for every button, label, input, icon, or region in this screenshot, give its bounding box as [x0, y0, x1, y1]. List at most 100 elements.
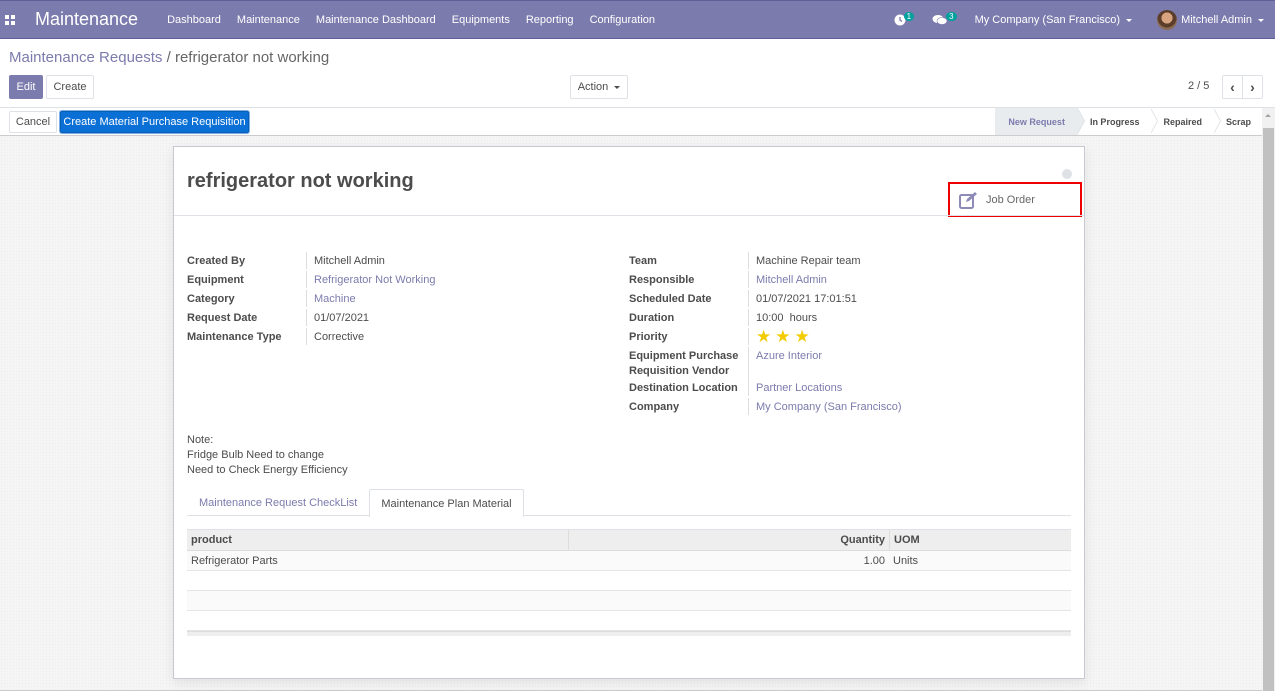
create-material-purchase-requisition-button[interactable]: Create Material Purchase Requisition: [60, 111, 249, 133]
cancel-button[interactable]: Cancel: [9, 111, 57, 133]
tab-maintenance-plan-material[interactable]: Maintenance Plan Material: [369, 489, 524, 517]
scroll-up-arrow-icon[interactable]: [1265, 114, 1271, 117]
breadcrumb-parent[interactable]: Maintenance Requests: [9, 49, 162, 66]
job-order-label: Job Order: [986, 193, 1035, 206]
action-label: Action: [577, 81, 609, 93]
column-quantity[interactable]: Quantity: [568, 529, 889, 551]
empty-row: [187, 571, 1071, 591]
field-value: Mitchell Admin: [314, 255, 385, 267]
stage-label: Repaired: [1163, 116, 1202, 127]
user-avatar[interactable]: [1157, 10, 1178, 30]
vertical-scrollbar[interactable]: [1262, 108, 1275, 691]
title-divider: [174, 215, 1084, 216]
field-equipment: Equipment Refrigerator Not Working: [187, 271, 435, 290]
field-maintenance-type: Maintenance Type Corrective: [187, 328, 435, 347]
vendor-link[interactable]: Azure Interior: [749, 347, 822, 364]
table-header: product Quantity UOM: [187, 529, 1071, 551]
cell-quantity: 1.00: [863, 554, 885, 567]
job-order-button[interactable]: Job Order: [948, 182, 1082, 217]
star-icon[interactable]: ★: [795, 328, 810, 345]
activity-button[interactable]: 1: [894, 11, 915, 26]
menu-dashboard[interactable]: Dashboard: [167, 14, 221, 26]
user-name: Mitchell Admin: [1181, 14, 1252, 26]
pager-next-button[interactable]: ›: [1242, 75, 1263, 99]
stage-label: Scrap: [1225, 116, 1251, 127]
field-label: Team: [629, 252, 749, 269]
equipment-link[interactable]: Refrigerator Not Working: [307, 271, 435, 288]
field-created-by: Created By Mitchell Admin: [187, 252, 435, 271]
stage-in-progress[interactable]: In Progress: [1078, 107, 1159, 135]
note-line: Fridge Bulb Need to change: [187, 449, 324, 461]
stage-scrap[interactable]: Scrap: [1214, 108, 1263, 135]
cell-product: Refrigerator Parts: [191, 554, 278, 567]
app-title[interactable]: Maintenance: [35, 9, 138, 30]
pager-previous-button[interactable]: ‹: [1222, 75, 1243, 99]
company-switcher[interactable]: My Company (San Francisco): [975, 14, 1133, 26]
field-label: Company: [629, 398, 749, 415]
create-button[interactable]: Create: [46, 75, 94, 99]
edit-button[interactable]: Edit: [9, 75, 43, 99]
apps-menu-icon[interactable]: [5, 14, 15, 25]
menu-equipments[interactable]: Equipments: [452, 14, 510, 26]
field-label: Scheduled Date: [629, 290, 749, 307]
stage-new-request[interactable]: New Request: [995, 107, 1085, 135]
user-menu[interactable]: Mitchell Admin: [1181, 14, 1264, 26]
destination-location-link[interactable]: Partner Locations: [749, 379, 842, 396]
table-footer: [187, 631, 1071, 636]
field-label: Created By: [187, 252, 307, 269]
systray: 1 3 My Company (San Francisco) Mitchell …: [894, 1, 1264, 39]
star-icon[interactable]: ★: [756, 328, 771, 345]
action-dropdown[interactable]: Action: [570, 75, 628, 99]
chevron-left-icon: ‹: [1230, 79, 1235, 95]
field-request-date: Request Date 01/07/2021: [187, 309, 435, 328]
material-table: product Quantity UOM Refrigerator Parts …: [187, 529, 1071, 636]
caret-down-icon: [1126, 18, 1133, 22]
right-field-group: Team Machine Repair team Responsible Mitch…: [629, 252, 902, 417]
field-vendor: Equipment Purchase Requisition Vendor Azu…: [629, 347, 902, 379]
field-destination-location: Destination Location Partner Locations: [629, 379, 902, 398]
field-label: Request Date: [187, 309, 307, 326]
top-navbar: Maintenance Dashboard Maintenance Mainte…: [0, 0, 1275, 39]
scrollbar-thumb[interactable]: [1263, 128, 1274, 691]
field-label: Priority: [629, 328, 749, 345]
field-label: Category: [187, 290, 307, 307]
company-link[interactable]: My Company (San Francisco): [749, 398, 902, 415]
menu-maintenance-dashboard[interactable]: Maintenance Dashboard: [316, 14, 436, 26]
column-product[interactable]: product: [187, 529, 568, 551]
field-label: Equipment: [187, 271, 307, 288]
breadcrumb-separator: /: [166, 49, 171, 66]
menu-maintenance[interactable]: Maintenance: [237, 14, 300, 26]
field-label: Duration: [629, 309, 749, 326]
note-text: Note: Fridge Bulb Need to change Need to…: [187, 433, 348, 478]
menu-reporting[interactable]: Reporting: [526, 14, 574, 26]
caret-down-icon: [1258, 18, 1264, 22]
priority-stars: ★ ★ ★: [749, 328, 810, 345]
star-icon[interactable]: ★: [775, 328, 790, 345]
record-title: refrigerator not working: [187, 170, 414, 192]
category-link[interactable]: Machine: [307, 290, 356, 307]
breadcrumb: Maintenance Requests / refrigerator not …: [9, 49, 329, 66]
stage-repaired[interactable]: Repaired: [1151, 107, 1221, 135]
cell-uom: Units: [893, 554, 919, 567]
empty-row: [187, 611, 1071, 631]
field-team: Team Machine Repair team: [629, 252, 902, 271]
field-category: Category Machine: [187, 290, 435, 309]
kanban-state-indicator[interactable]: [1062, 169, 1072, 179]
column-uom[interactable]: UOM: [889, 529, 1071, 551]
edit-icon: [959, 191, 977, 209]
table-row[interactable]: Refrigerator Parts 1.00 Units: [187, 551, 1071, 571]
field-scheduled-date: Scheduled Date 01/07/2021 17:01:51: [629, 290, 902, 309]
field-responsible: Responsible Mitchell Admin: [629, 271, 902, 290]
main-menu: Dashboard Maintenance Maintenance Dashbo…: [167, 14, 671, 26]
field-label: Maintenance Type: [187, 328, 307, 345]
responsible-link[interactable]: Mitchell Admin: [749, 271, 827, 288]
menu-configuration[interactable]: Configuration: [590, 14, 655, 26]
tab-maintenance-request-checklist[interactable]: Maintenance Request CheckList: [187, 489, 369, 516]
note-line: Note:: [187, 434, 214, 446]
field-value: 10:00 hours: [756, 312, 818, 324]
messages-badge: 3: [946, 11, 957, 21]
empty-row: [187, 591, 1071, 611]
note-line: Need to Check Energy Efficiency: [187, 464, 348, 476]
field-value: 01/07/2021 17:01:51: [756, 293, 857, 305]
messages-button[interactable]: 3: [932, 11, 957, 26]
